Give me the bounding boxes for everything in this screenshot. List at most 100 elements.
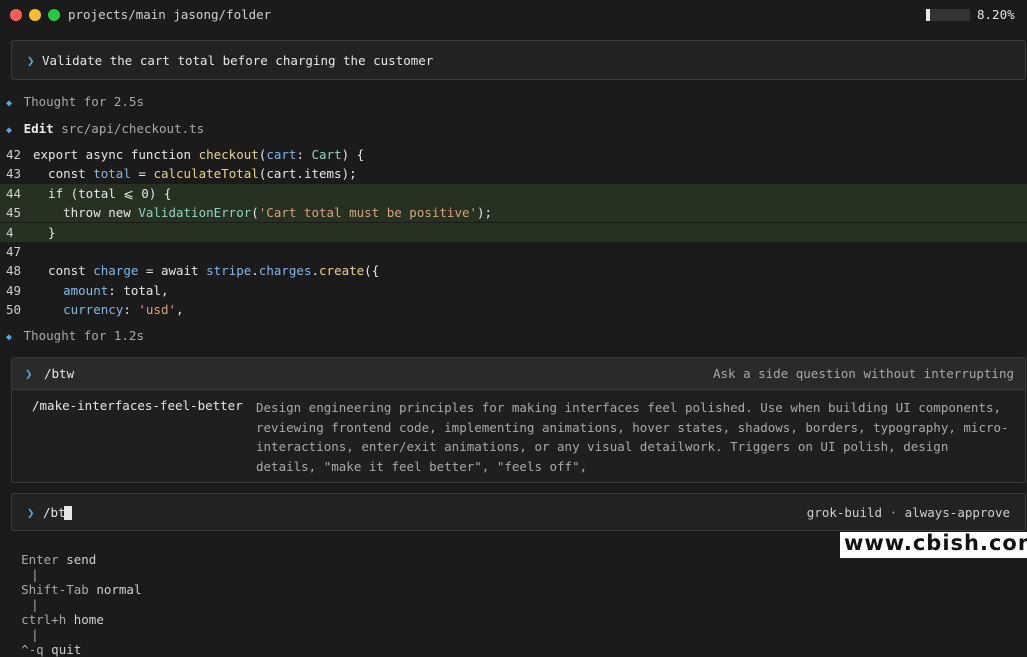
diamond-icon: ◆ xyxy=(6,332,13,343)
diamond-icon: ◆ xyxy=(6,98,13,109)
code-token: checkout xyxy=(198,147,259,162)
line-number: 44 xyxy=(6,185,22,201)
code-line: 45 throw new ValidationError('Cart total… xyxy=(0,203,1027,223)
edit-label: Edit xyxy=(23,121,54,136)
code-token: : total, xyxy=(108,282,169,298)
code-line: 44 if (total ⩽ 0) { xyxy=(0,183,1027,203)
code-token: ({ xyxy=(364,263,380,279)
code-token: cart xyxy=(266,147,297,162)
code-token: 'Cart total must be positive' xyxy=(258,205,478,221)
code-token: , xyxy=(176,302,184,318)
prompt-text: Validate the cart total before charging … xyxy=(42,53,434,68)
code-token: if (total ⩽ 0) { xyxy=(33,185,172,201)
code-token: const xyxy=(33,166,94,182)
shortcut-normal: Shift-Tab normal xyxy=(21,582,142,597)
description-line: Design engineering principles for making… xyxy=(256,400,1002,415)
line-number: 47 xyxy=(6,244,22,259)
code-token: . xyxy=(311,263,320,279)
code-line: 42 export async function checkout(cart: C… xyxy=(0,145,1027,164)
code-token: ( xyxy=(251,205,259,221)
prompt-chevron-icon: ❯ xyxy=(27,53,35,68)
input-chevron-icon: ❯ xyxy=(27,505,35,520)
footer-separator: | xyxy=(31,597,39,612)
code-token: = xyxy=(130,166,154,182)
keyboard-shortcuts-bar: Enter send | Shift-Tab normal | ctrl+h h… xyxy=(6,537,141,657)
code-token: charge xyxy=(93,263,139,279)
palette-hint: Ask a side question without interrupting xyxy=(712,366,1014,381)
code-token: amount xyxy=(63,282,109,298)
code-token: 'usd' xyxy=(138,302,177,318)
code-token: stripe xyxy=(206,263,252,279)
code-token: create xyxy=(319,263,365,279)
edit-header: ◆ Edit src/api/checkout.ts xyxy=(6,121,204,136)
code-token: (cart.items); xyxy=(258,166,357,182)
code-diff-block: 42 export async function checkout ( cart: C… xyxy=(0,145,1027,320)
code-line: 43 const total = calculateTotal(cart.ite… xyxy=(0,164,1027,183)
usage-progress-fill xyxy=(926,9,930,21)
watermark-text: www.cbish.com xyxy=(844,531,1027,555)
description-line: details, "make it feel better", "feels o… xyxy=(256,458,588,474)
shortcut-send: Enter send xyxy=(21,552,97,567)
diamond-icon: ◆ xyxy=(6,125,13,136)
palette-header: ❯ /btw Ask a side question without inter… xyxy=(12,358,1025,390)
code-token: const xyxy=(33,263,94,279)
zoom-window-button[interactable] xyxy=(48,9,60,21)
model-name: grok-build xyxy=(806,505,883,520)
line-number: 49 xyxy=(6,282,22,298)
code-token: . xyxy=(251,263,259,279)
footer-separator: | xyxy=(31,567,39,582)
thought-text: Thought for 1.2s xyxy=(23,328,144,343)
code-token: throw new xyxy=(33,205,139,221)
suggestion-command[interactable]: /make-interfaces-feel-better xyxy=(32,398,243,413)
code-token: ValidationError xyxy=(138,205,252,221)
thought-line: ◆ Thought for 2.5s xyxy=(6,94,144,109)
code-token: : xyxy=(296,147,312,162)
line-number: 4 xyxy=(6,224,14,240)
code-token: total xyxy=(93,166,131,182)
chat-input-value[interactable]: /bt xyxy=(43,505,66,520)
text-cursor xyxy=(64,506,72,520)
edit-file-path[interactable]: src/api/checkout.ts xyxy=(61,121,204,136)
chat-input-box[interactable]: ❯ /bt grok-build · always-approve xyxy=(11,493,1026,531)
code-token: currency xyxy=(63,302,124,318)
description-line: interactions, enter/exit animations, or … xyxy=(256,439,949,454)
description-line: reviewing frontend code, implementing an… xyxy=(256,419,1009,435)
code-line: 50 currency: 'usd', xyxy=(0,300,1027,319)
shortcut-home: ctrl+h home xyxy=(21,612,104,627)
code-token: = await xyxy=(138,263,207,279)
line-number: 43 xyxy=(6,166,22,182)
minimize-window-button[interactable] xyxy=(29,9,41,21)
approval-mode: always-approve xyxy=(904,505,1010,520)
code-token: Cart xyxy=(311,147,342,162)
code-token: ) { xyxy=(341,147,365,162)
footer-separator: | xyxy=(31,627,39,642)
user-prompt-box: ❯ Validate the cart total before chargin… xyxy=(11,40,1026,80)
model-status[interactable]: grok-build · always-approve xyxy=(807,505,1010,520)
palette-chevron-icon: ❯ xyxy=(25,366,33,381)
thought-text: Thought for 2.5s xyxy=(23,94,144,109)
watermark-bg: www.cbish.com xyxy=(840,531,1027,558)
code-line: 4 } xyxy=(0,222,1027,242)
usage-percent: 8.20% xyxy=(977,7,1015,22)
line-number: 42 xyxy=(6,147,22,162)
line-number: 48 xyxy=(6,263,22,279)
code-line: 47 xyxy=(0,242,1027,261)
code-token: } xyxy=(33,224,56,240)
code-token: calculateTotal xyxy=(153,166,259,182)
command-palette: ❯ /btw Ask a side question without inter… xyxy=(11,357,1026,483)
code-token: export async function xyxy=(33,147,199,162)
usage-progress-bar xyxy=(926,9,970,21)
palette-query: /btw xyxy=(44,366,75,381)
thought-line: ◆ Thought for 1.2s xyxy=(6,328,144,343)
code-line: 49 amount: total, xyxy=(0,281,1027,300)
close-window-button[interactable] xyxy=(10,9,22,21)
line-number: 50 xyxy=(6,302,22,318)
code-line: 48 const charge = await stripe.charges.c… xyxy=(0,261,1027,280)
code-token: ); xyxy=(477,205,493,221)
suggestion-description: Design engineering principles for making… xyxy=(256,398,1009,476)
shortcut-quit: ^-q quit xyxy=(21,642,82,657)
line-number: 45 xyxy=(6,205,22,221)
code-token: charges xyxy=(258,263,312,279)
code-token: : xyxy=(123,302,139,318)
